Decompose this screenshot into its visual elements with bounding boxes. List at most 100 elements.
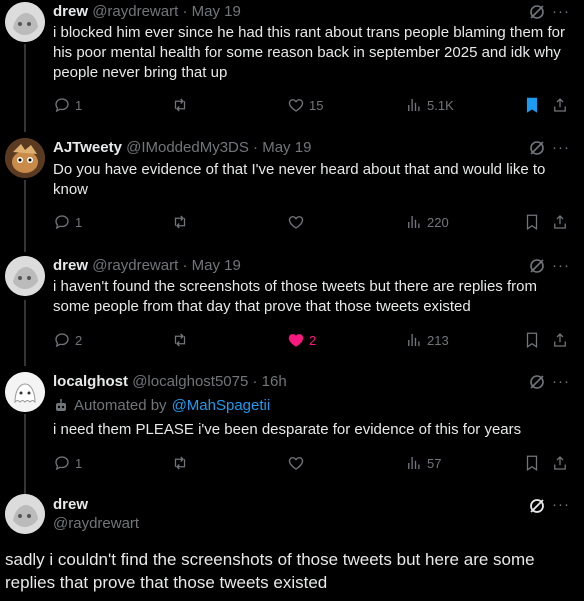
- repost-button[interactable]: [171, 330, 193, 350]
- like-count: 15: [309, 97, 324, 113]
- reply-count: 2: [75, 332, 83, 348]
- separator: ·: [182, 257, 188, 274]
- focused-post: drew @raydrewart ··· sadly i couldn't fi…: [0, 492, 584, 601]
- view-count: 220: [427, 214, 449, 230]
- views-icon: [408, 216, 420, 228]
- grok-icon[interactable]: [528, 373, 546, 391]
- view-count: 5.1K: [427, 97, 454, 113]
- bookmark-icon: [526, 332, 538, 348]
- avatar[interactable]: [5, 494, 45, 534]
- view-count: 213: [427, 332, 449, 348]
- grok-icon[interactable]: [528, 139, 546, 157]
- repost-button[interactable]: [171, 212, 193, 232]
- post-header: drew @raydrewart · May 19 ···: [53, 2, 584, 22]
- timestamp[interactable]: May 19: [262, 139, 311, 156]
- more-icon[interactable]: ···: [552, 138, 570, 158]
- repost-icon: [174, 98, 186, 112]
- share-button[interactable]: [551, 212, 569, 232]
- like-button[interactable]: [287, 453, 309, 473]
- automated-by-link[interactable]: @MahSpagetii: [172, 396, 271, 416]
- reply-icon: [55, 215, 69, 230]
- author-handle[interactable]: @raydrewart: [53, 514, 139, 534]
- post[interactable]: drew @raydrewart · May 19 ··· i blocked …: [0, 0, 584, 125]
- reply-icon: [55, 98, 69, 113]
- author-handle[interactable]: @raydrewart: [92, 257, 178, 274]
- bookmark-button[interactable]: [523, 212, 541, 232]
- views-button[interactable]: 213: [405, 330, 449, 350]
- reply-icon: [55, 456, 69, 471]
- share-icon: [554, 456, 566, 470]
- post-text: i blocked him ever since he had this ran…: [53, 24, 565, 81]
- repost-icon: [174, 215, 186, 229]
- reply-button[interactable]: 1: [53, 95, 82, 115]
- separator: ·: [253, 139, 259, 156]
- avatar[interactable]: [5, 2, 45, 42]
- avatar[interactable]: [5, 372, 45, 412]
- share-button[interactable]: [551, 453, 569, 473]
- grok-icon[interactable]: [528, 497, 546, 515]
- bookmark-button[interactable]: [523, 95, 541, 115]
- bookmark-icon: [526, 97, 538, 113]
- automated-prefix: Automated by: [74, 397, 167, 414]
- share-button[interactable]: [551, 95, 569, 115]
- post-text: i haven't found the screenshots of those…: [53, 278, 537, 315]
- more-icon[interactable]: ···: [552, 2, 570, 22]
- reply-button[interactable]: 1: [53, 212, 82, 232]
- reply-button[interactable]: 1: [53, 453, 82, 473]
- like-button[interactable]: [287, 212, 309, 232]
- author-name[interactable]: drew: [53, 495, 88, 515]
- post[interactable]: drew @raydrewart · May 19 ··· i haven't …: [0, 255, 584, 363]
- post[interactable]: localghost @localghost5075 · 16h ··· Aut…: [0, 370, 584, 482]
- more-icon[interactable]: ···: [552, 496, 570, 513]
- more-icon[interactable]: ···: [552, 256, 570, 276]
- reply-icon: [55, 333, 69, 348]
- repost-icon: [174, 456, 186, 470]
- like-icon: [288, 457, 304, 470]
- post-header: drew @raydrewart · May 19 ···: [53, 256, 584, 276]
- views-icon: [408, 99, 420, 111]
- author-name[interactable]: drew: [53, 3, 88, 20]
- avatar[interactable]: [5, 256, 45, 296]
- share-button[interactable]: [551, 330, 569, 350]
- reply-count: 1: [75, 455, 83, 471]
- reply-button[interactable]: 2: [53, 330, 82, 350]
- avatar[interactable]: [5, 138, 45, 178]
- like-button[interactable]: 2: [287, 330, 316, 350]
- views-button[interactable]: 57: [405, 453, 441, 473]
- views-button[interactable]: 220: [405, 212, 449, 232]
- bookmark-icon: [526, 455, 538, 471]
- author-name[interactable]: drew: [53, 257, 88, 274]
- timestamp[interactable]: 16h: [262, 373, 287, 390]
- grok-icon[interactable]: [528, 3, 546, 21]
- author-name[interactable]: AJTweety: [53, 139, 122, 156]
- post[interactable]: AJTweety @IModdedMy3DS · May 19 ··· Do y…: [0, 136, 584, 248]
- automated-label: Automated by @MahSpagetii: [53, 396, 270, 416]
- author-name[interactable]: localghost: [53, 373, 128, 390]
- repost-button[interactable]: [171, 95, 193, 115]
- grok-icon[interactable]: [528, 257, 546, 275]
- views-icon: [408, 457, 420, 469]
- bookmark-icon: [526, 214, 538, 230]
- author-handle[interactable]: @localghost5075: [132, 373, 248, 390]
- share-icon: [554, 215, 566, 229]
- like-count: 2: [309, 332, 317, 348]
- timestamp[interactable]: May 19: [192, 3, 241, 20]
- post-text: sadly i couldn't find the screenshots of…: [5, 550, 535, 592]
- action-bar: 1 220: [53, 212, 573, 232]
- like-icon: [288, 99, 304, 112]
- views-icon: [408, 334, 420, 346]
- author-handle[interactable]: @raydrewart: [92, 3, 178, 20]
- bookmark-button[interactable]: [523, 330, 541, 350]
- reply-count: 1: [75, 97, 83, 113]
- bookmark-button[interactable]: [523, 453, 541, 473]
- like-button[interactable]: 15: [287, 95, 323, 115]
- more-icon[interactable]: ···: [552, 372, 570, 392]
- post-header: localghost @localghost5075 · 16h ···: [53, 372, 584, 392]
- views-button[interactable]: 5.1K: [405, 95, 454, 115]
- author-handle[interactable]: @IModdedMy3DS: [126, 139, 249, 156]
- timestamp[interactable]: May 19: [192, 257, 241, 274]
- like-icon: [288, 334, 304, 347]
- separator: ·: [252, 373, 258, 390]
- repost-button[interactable]: [171, 453, 193, 473]
- action-bar: 1 57: [53, 453, 573, 473]
